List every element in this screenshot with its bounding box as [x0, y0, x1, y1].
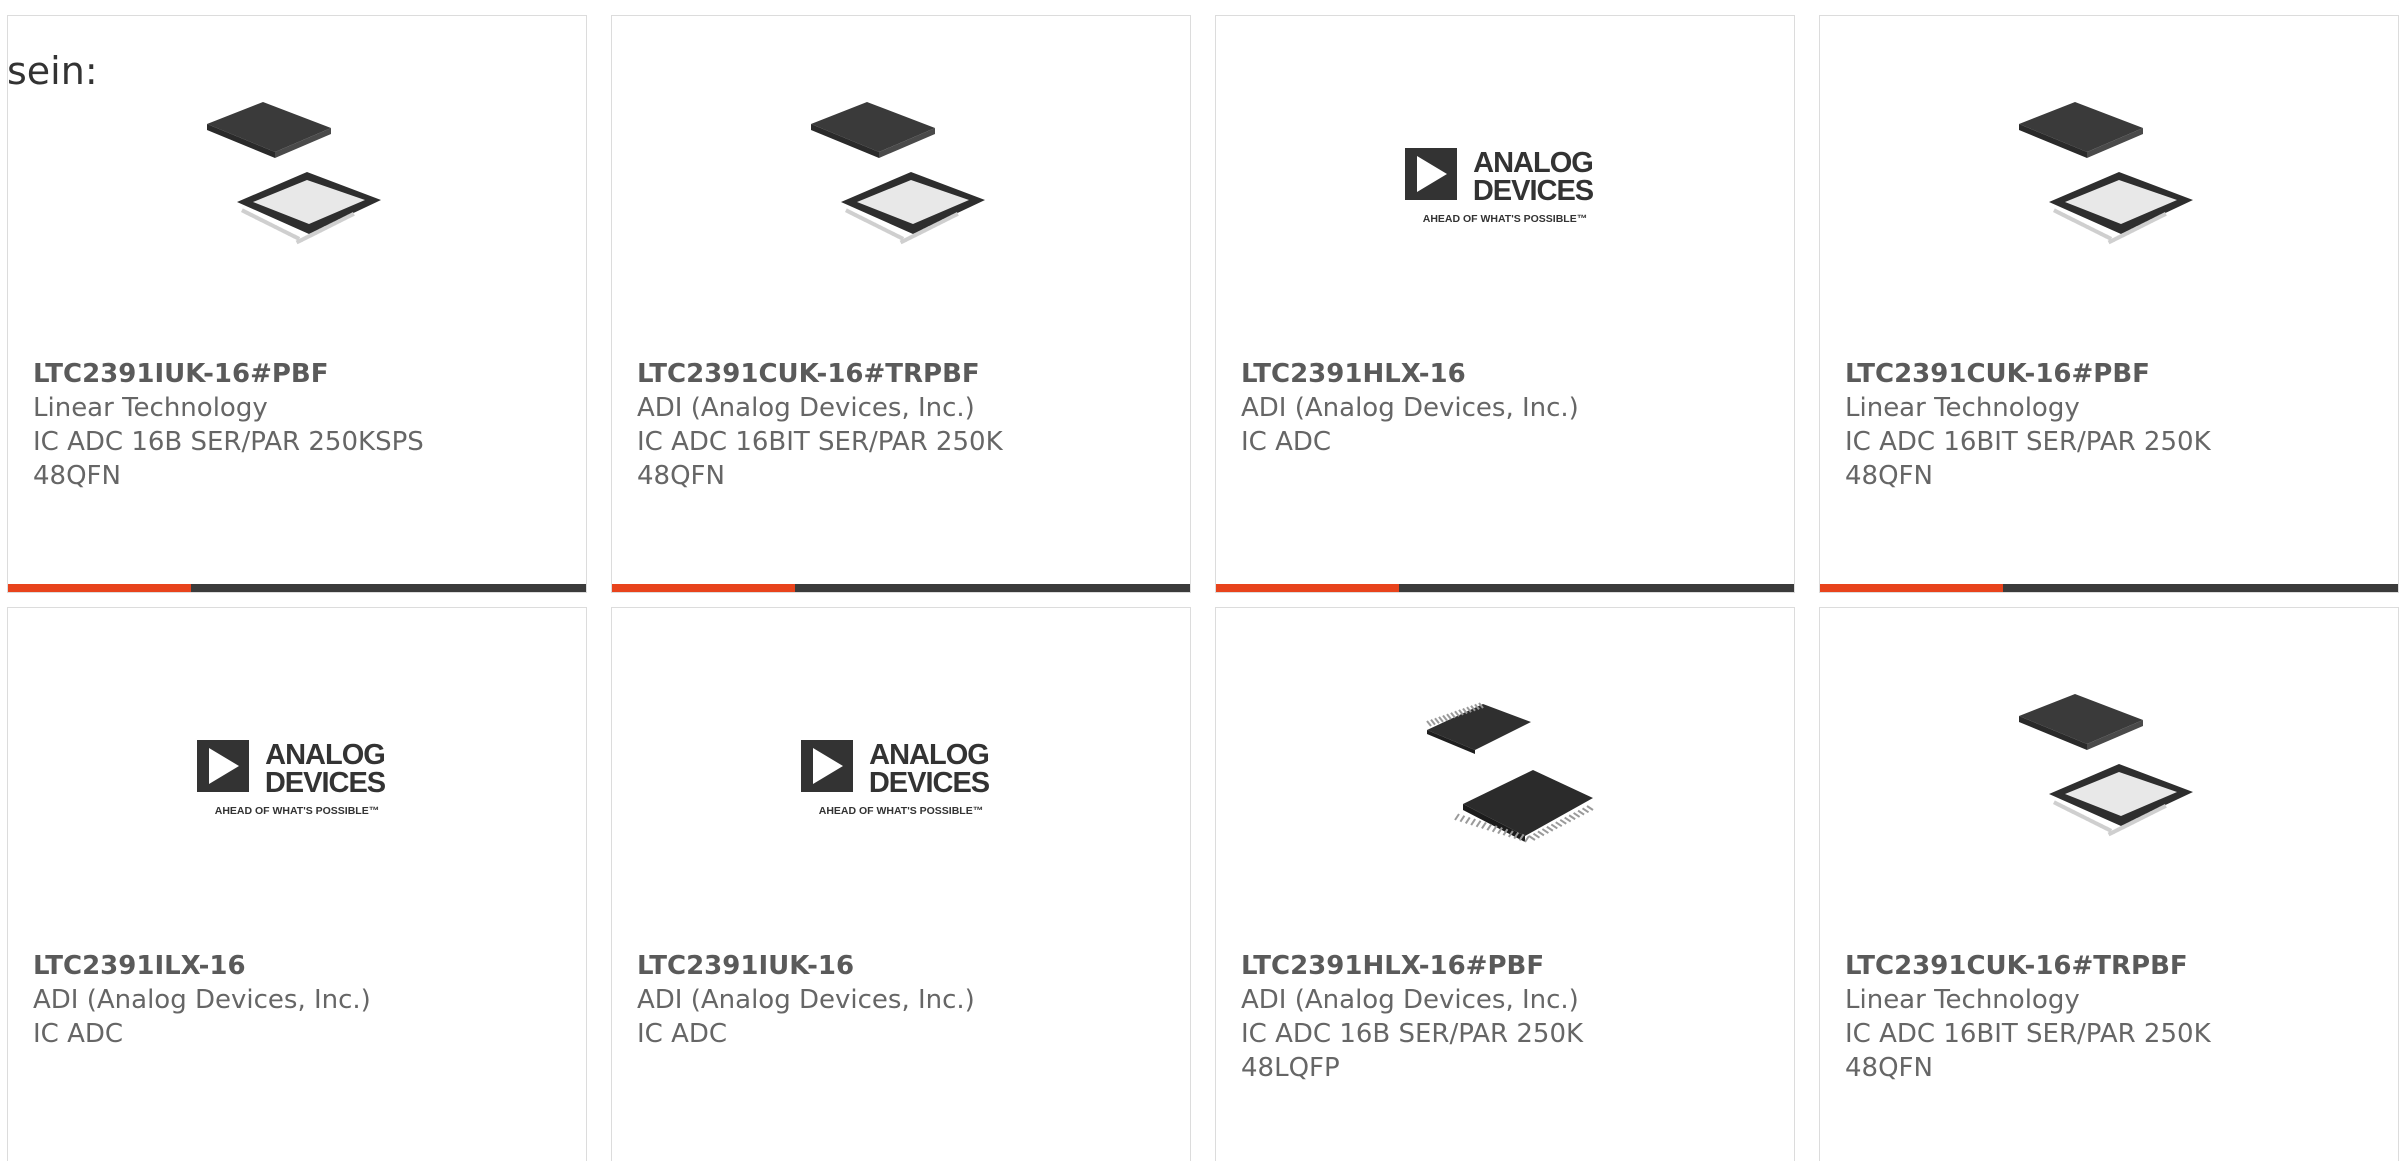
description-line-2: 48QFN: [637, 461, 725, 491]
qfn-chip-icon: [197, 82, 397, 282]
svg-text:DEVICES: DEVICES: [869, 767, 990, 799]
product-card[interactable]: ANALOG DEVICES AHEAD OF WHAT'S POSSIBLE™…: [1215, 15, 1795, 593]
product-card[interactable]: LTC2391CUK-16#TRPBF ADI (Analog Devices,…: [611, 15, 1191, 593]
product-card[interactable]: LTC2391HLX-16#PBF ADI (Analog Devices, I…: [1215, 607, 1795, 1161]
part-number[interactable]: LTC2391CUK-16#TRPBF: [637, 357, 1170, 391]
part-number[interactable]: LTC2391CUK-16#TRPBF: [1845, 949, 2378, 983]
description-line-1: IC ADC 16B SER/PAR 250KSPS: [33, 427, 424, 457]
description-line-1: IC ADC: [33, 1019, 124, 1049]
qfn-chip-icon: [801, 82, 1001, 282]
manufacturer: ADI (Analog Devices, Inc.): [637, 393, 975, 423]
description-line-1: IC ADC 16BIT SER/PAR 250K: [637, 427, 1003, 457]
description-line-1: IC ADC: [637, 1019, 728, 1049]
manufacturer: Linear Technology: [1845, 985, 2080, 1015]
product-grid: LTC2391IUK-16#PBF Linear Technology IC A…: [7, 15, 2399, 1161]
analog-devices-logo[interactable]: ANALOG DEVICES AHEAD OF WHAT'S POSSIBLE™: [801, 674, 1001, 874]
card-footer-accent: [1820, 584, 2003, 592]
analog-devices-logo-icon: ANALOG DEVICES AHEAD OF WHAT'S POSSIBLE™: [197, 674, 397, 874]
product-info: LTC2391CUK-16#TRPBF Linear Technology IC…: [1845, 949, 2378, 1085]
analog-devices-logo[interactable]: ANALOG DEVICES AHEAD OF WHAT'S POSSIBLE™: [197, 674, 397, 874]
svg-text:AHEAD OF WHAT'S POSSIBLE™: AHEAD OF WHAT'S POSSIBLE™: [1423, 213, 1587, 225]
part-number[interactable]: LTC2391CUK-16#PBF: [1845, 357, 2378, 391]
part-number[interactable]: LTC2391ILX-16: [33, 949, 566, 983]
product-info: LTC2391HLX-16#PBF ADI (Analog Devices, I…: [1241, 949, 1774, 1085]
svg-text:DEVICES: DEVICES: [265, 767, 386, 799]
product-card[interactable]: ANALOG DEVICES AHEAD OF WHAT'S POSSIBLE™…: [611, 607, 1191, 1161]
intro-text: sein:: [7, 49, 98, 93]
manufacturer: ADI (Analog Devices, Inc.): [1241, 985, 1579, 1015]
description-line-2: 48QFN: [33, 461, 121, 491]
svg-text:DEVICES: DEVICES: [1473, 175, 1594, 207]
part-number[interactable]: LTC2391HLX-16: [1241, 357, 1774, 391]
description-line-1: IC ADC 16BIT SER/PAR 250K: [1845, 427, 2211, 457]
analog-devices-logo[interactable]: ANALOG DEVICES AHEAD OF WHAT'S POSSIBLE™: [1405, 82, 1605, 282]
description-line-1: IC ADC 16B SER/PAR 250K: [1241, 1019, 1584, 1049]
qfn-chip-image[interactable]: [801, 82, 1001, 282]
product-card[interactable]: ANALOG DEVICES AHEAD OF WHAT'S POSSIBLE™…: [7, 607, 587, 1161]
description-line-2: 48LQFP: [1241, 1053, 1340, 1083]
qfn-chip-image[interactable]: [197, 82, 397, 282]
description-line-2: 48QFN: [1845, 461, 1933, 491]
part-number[interactable]: LTC2391IUK-16#PBF: [33, 357, 566, 391]
card-footer-bar: [1820, 584, 2398, 592]
analog-devices-logo-icon: ANALOG DEVICES AHEAD OF WHAT'S POSSIBLE™: [801, 674, 1001, 874]
product-card[interactable]: LTC2391CUK-16#TRPBF Linear Technology IC…: [1819, 607, 2399, 1161]
qfn-chip-image[interactable]: [2009, 674, 2209, 874]
product-info: LTC2391HLX-16 ADI (Analog Devices, Inc.)…: [1241, 357, 1774, 459]
manufacturer: Linear Technology: [1845, 393, 2080, 423]
manufacturer: Linear Technology: [33, 393, 268, 423]
product-info: LTC2391CUK-16#TRPBF ADI (Analog Devices,…: [637, 357, 1170, 493]
card-footer-bar: [612, 584, 1190, 592]
qfn-chip-image[interactable]: [2009, 82, 2209, 282]
part-number[interactable]: LTC2391HLX-16#PBF: [1241, 949, 1774, 983]
lqfp-chip-icon: [1405, 674, 1605, 874]
description-line-2: 48QFN: [1845, 1053, 1933, 1083]
card-footer-bar: [8, 584, 586, 592]
card-footer-accent: [1216, 584, 1399, 592]
product-card[interactable]: LTC2391CUK-16#PBF Linear Technology IC A…: [1819, 15, 2399, 593]
product-card[interactable]: LTC2391IUK-16#PBF Linear Technology IC A…: [7, 15, 587, 593]
product-info: LTC2391IUK-16 ADI (Analog Devices, Inc.)…: [637, 949, 1170, 1051]
svg-text:AHEAD OF WHAT'S POSSIBLE™: AHEAD OF WHAT'S POSSIBLE™: [215, 805, 379, 817]
description-line-1: IC ADC: [1241, 427, 1332, 457]
card-footer-bar: [1216, 584, 1794, 592]
manufacturer: ADI (Analog Devices, Inc.): [637, 985, 975, 1015]
description-line-1: IC ADC 16BIT SER/PAR 250K: [1845, 1019, 2211, 1049]
card-footer-accent: [8, 584, 191, 592]
product-info: LTC2391ILX-16 ADI (Analog Devices, Inc.)…: [33, 949, 566, 1051]
product-info: LTC2391CUK-16#PBF Linear Technology IC A…: [1845, 357, 2378, 493]
analog-devices-logo-icon: ANALOG DEVICES AHEAD OF WHAT'S POSSIBLE™: [1405, 82, 1605, 282]
qfn-chip-icon: [2009, 674, 2209, 874]
product-listing-page: LTC2391IUK-16#PBF Linear Technology IC A…: [0, 0, 2400, 1161]
lqfp-chip-image[interactable]: [1405, 674, 1605, 874]
product-info: LTC2391IUK-16#PBF Linear Technology IC A…: [33, 357, 566, 493]
card-footer-accent: [612, 584, 795, 592]
manufacturer: ADI (Analog Devices, Inc.): [1241, 393, 1579, 423]
manufacturer: ADI (Analog Devices, Inc.): [33, 985, 371, 1015]
qfn-chip-icon: [2009, 82, 2209, 282]
svg-text:AHEAD OF WHAT'S POSSIBLE™: AHEAD OF WHAT'S POSSIBLE™: [819, 805, 983, 817]
part-number[interactable]: LTC2391IUK-16: [637, 949, 1170, 983]
